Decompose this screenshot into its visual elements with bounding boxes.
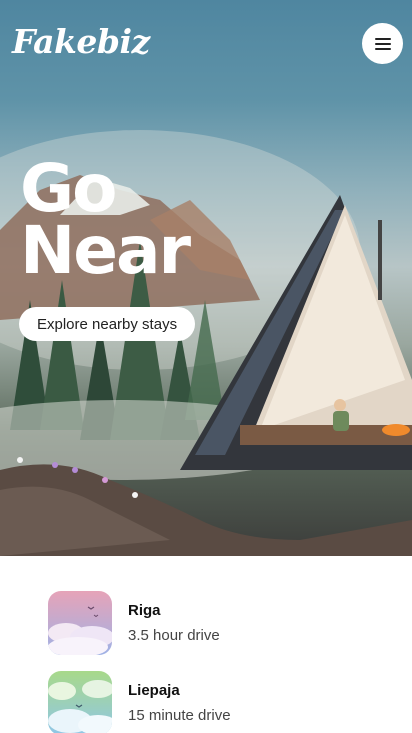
headline-line-1: Go: [20, 150, 118, 227]
liepaja-thumbnail: [48, 671, 112, 733]
destination-name: Riga: [128, 602, 161, 619]
riga-thumbnail: [48, 591, 112, 655]
hero-banner: Fakebiz Go Near Explore nearby stays: [0, 0, 412, 556]
brand-logo[interactable]: Fakebiz: [12, 22, 150, 61]
headline-line-2: Near: [20, 212, 191, 289]
menu-button[interactable]: [362, 23, 403, 64]
destination-distance: 3.5 hour drive: [128, 627, 220, 644]
destination-name: Liepaja: [128, 682, 180, 699]
hamburger-menu-icon: [374, 37, 391, 50]
list-item-riga[interactable]: Riga 3.5 hour drive: [48, 591, 368, 655]
list-item-liepaja[interactable]: Liepaja 15 minute drive: [48, 671, 368, 733]
hero-headline: Go Near: [20, 150, 191, 289]
destination-distance: 15 minute drive: [128, 707, 231, 724]
explore-nearby-button[interactable]: Explore nearby stays: [19, 307, 196, 341]
